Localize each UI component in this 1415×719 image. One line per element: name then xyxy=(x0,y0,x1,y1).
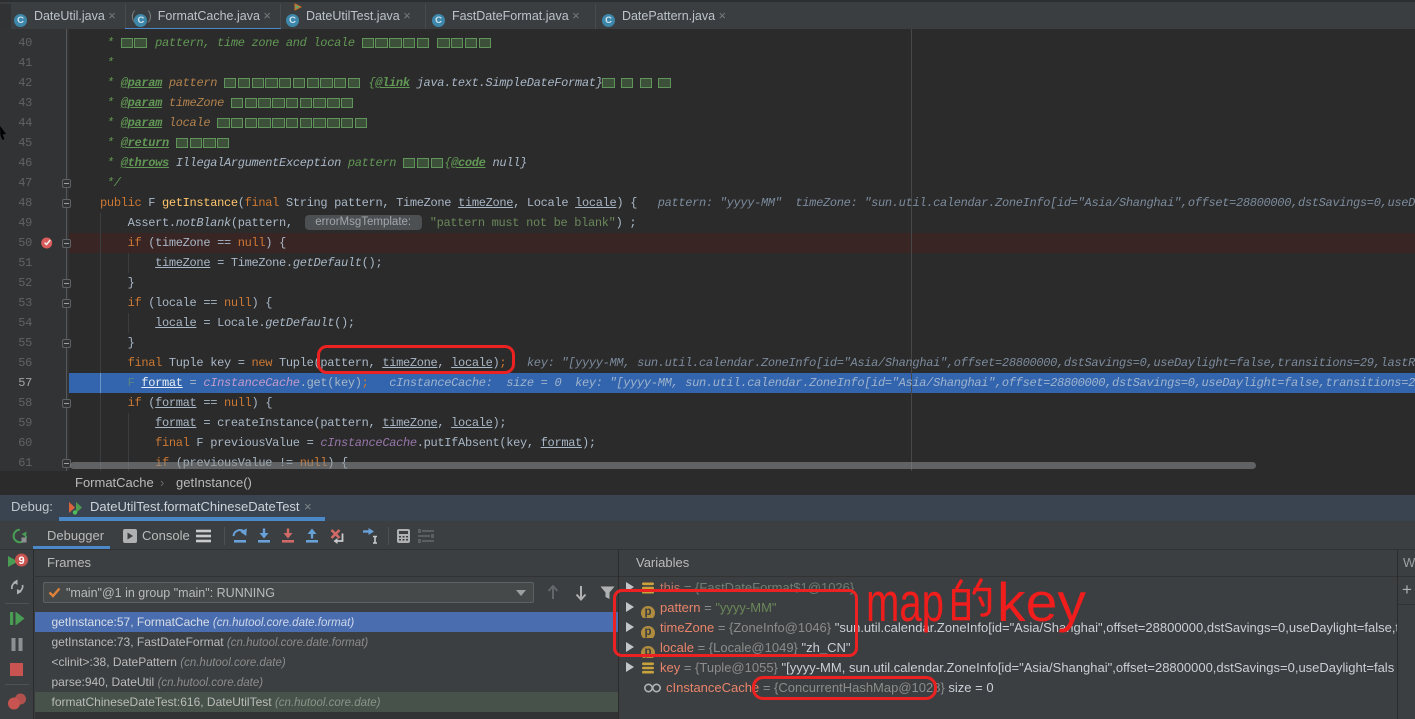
svg-text:9: 9 xyxy=(18,555,24,567)
svg-text:key: key xyxy=(997,576,1087,633)
svg-text:map: map xyxy=(866,576,944,633)
